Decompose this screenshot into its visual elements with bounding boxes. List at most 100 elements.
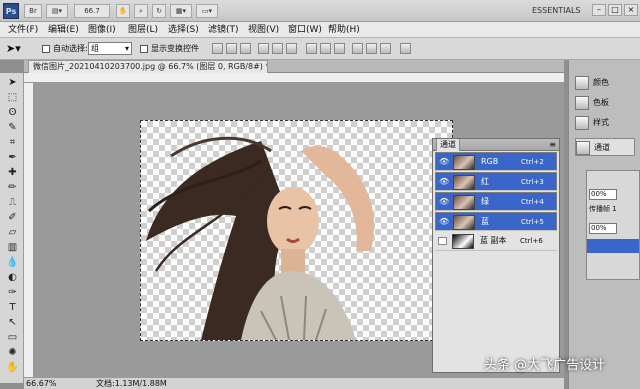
channels-label: 通道 [594, 143, 610, 152]
zoom-readout[interactable]: 66.67% [26, 379, 57, 389]
align-bottom-icon[interactable] [240, 43, 251, 54]
align-hcenter-icon[interactable] [272, 43, 283, 54]
history-brush-tool-icon[interactable]: ✐ [6, 212, 19, 224]
healing-brush-tool-icon[interactable]: ✚ [6, 167, 19, 179]
shape-tool-icon[interactable]: ▭ [6, 332, 19, 344]
visibility-eye-icon[interactable]: 👁 [439, 158, 449, 166]
auto-align-icon[interactable] [400, 43, 411, 54]
menu-file[interactable]: 文件(F) [6, 23, 40, 37]
visibility-eye-icon[interactable]: 👁 [439, 218, 449, 226]
status-bar: 66.67% 文档:1.13M/1.88M [24, 377, 564, 389]
styles-panel-button[interactable]: 样式 [575, 114, 635, 132]
align-left-icon[interactable] [258, 43, 269, 54]
minimize-icon[interactable]: – [592, 4, 606, 16]
horizontal-ruler [24, 73, 564, 83]
hand-tool-icon[interactable]: ✋ [6, 362, 19, 374]
auto-select-dropdown[interactable]: 组 ▾ [88, 42, 132, 55]
distribute-vcenter-icon[interactable] [320, 43, 331, 54]
align-right-icon[interactable] [286, 43, 297, 54]
workspace-switcher[interactable]: ESSENTIALS [532, 4, 588, 18]
channel-row-blue-copy[interactable]: 蓝 副本 Ctrl+6 [435, 232, 557, 251]
menu-view[interactable]: 视图(V) [246, 23, 281, 37]
distribute-top-icon[interactable] [306, 43, 317, 54]
channels-empty-area [433, 252, 559, 372]
menu-bar: 文件(F) 编辑(E) 图像(I) 图层(L) 选择(S) 滤镜(T) 视图(V… [0, 22, 640, 38]
visibility-toggle-empty[interactable] [438, 237, 447, 245]
distribute-hcenter-icon[interactable] [366, 43, 377, 54]
quick-select-tool-icon[interactable]: ✎ [6, 122, 19, 134]
3d-rotate-tool-icon[interactable]: ✺ [6, 347, 19, 359]
screen-mode-button[interactable]: ▭▾ [196, 4, 218, 18]
fill-field[interactable]: 00% [589, 223, 617, 234]
visibility-eye-icon[interactable]: 👁 [439, 178, 449, 186]
panel-menu-icon[interactable]: ≡ [549, 139, 556, 151]
distribute-right-icon[interactable] [380, 43, 391, 54]
path-select-tool-icon[interactable]: ↖ [6, 317, 19, 329]
pen-tool-icon[interactable]: ✑ [6, 287, 19, 299]
dodge-tool-icon[interactable]: ◐ [6, 272, 19, 284]
channel-name: RGB [481, 157, 499, 166]
channel-thumbnail [453, 155, 475, 170]
chevron-down-icon: ▾ [124, 44, 129, 53]
channel-thumbnail [452, 234, 474, 249]
marquee-tool-icon[interactable]: ⬚ [6, 92, 19, 104]
styles-icon [575, 116, 589, 130]
document-tab-strip: 微信图片_20210410203700.jpg @ 66.7% (图层 0, R… [24, 60, 564, 73]
visibility-eye-icon[interactable]: 👁 [439, 198, 449, 206]
blur-tool-icon[interactable]: 💧 [6, 257, 19, 269]
distribute-left-icon[interactable] [352, 43, 363, 54]
channel-shortcut: Ctrl+4 [521, 198, 544, 206]
view-extras-button[interactable]: ▤▾ [46, 4, 68, 18]
rotate-view-icon[interactable]: ↻ [152, 4, 166, 18]
menu-help[interactable]: 帮助(H) [326, 23, 362, 37]
move-tool-icon[interactable]: ➤ [6, 77, 19, 89]
channels-panel-header[interactable]: 通道 ≡ [433, 139, 559, 151]
show-transform-checkbox[interactable] [140, 45, 148, 53]
menu-filter[interactable]: 滤镜(T) [206, 23, 241, 37]
maximize-icon[interactable]: □ [608, 4, 622, 16]
color-icon [575, 76, 589, 90]
woman-photo-cutout [146, 136, 375, 341]
eraser-tool-icon[interactable]: ▱ [6, 227, 19, 239]
menu-edit[interactable]: 编辑(E) [46, 23, 81, 37]
lasso-tool-icon[interactable]: ʘ [6, 107, 19, 119]
distribute-bottom-icon[interactable] [334, 43, 345, 54]
close-icon[interactable]: × [624, 4, 638, 16]
eyedropper-tool-icon[interactable]: ✒ [6, 152, 19, 164]
channel-row-blue[interactable]: 👁 蓝 Ctrl+5 [435, 212, 557, 231]
menu-image[interactable]: 图像(I) [86, 23, 118, 37]
channels-panel-button[interactable]: 通道 [575, 138, 635, 156]
zoom-level-field[interactable]: 66.7 [74, 4, 110, 18]
auto-select-checkbox[interactable] [42, 45, 50, 53]
hand-tool-icon[interactable]: ✋ [116, 4, 130, 18]
color-panel-button[interactable]: 颜色 [575, 74, 635, 92]
move-tool-preset-icon[interactable]: ➤▾ [6, 42, 32, 56]
channels-panel-tab[interactable]: 通道 [436, 139, 460, 151]
menu-layer[interactable]: 图层(L) [126, 23, 160, 37]
swatches-panel-button[interactable]: 色板 [575, 94, 635, 112]
crop-tool-icon[interactable]: ⌗ [6, 137, 19, 149]
channel-row-green[interactable]: 👁 绿 Ctrl+4 [435, 192, 557, 211]
channel-row-rgb[interactable]: 👁 RGB Ctrl+2 [435, 152, 557, 171]
document-image[interactable] [140, 120, 453, 341]
channel-thumbnail [453, 215, 475, 230]
document-size-info[interactable]: 文档:1.13M/1.88M [96, 379, 167, 389]
gradient-tool-icon[interactable]: ▥ [6, 242, 19, 254]
arrange-documents-button[interactable]: ▦▾ [170, 4, 192, 18]
options-bar: ➤▾ 自动选择: 组 ▾ 显示变换控件 [0, 38, 640, 60]
type-tool-icon[interactable]: T [6, 302, 19, 314]
menu-select[interactable]: 选择(S) [166, 23, 201, 37]
align-top-icon[interactable] [212, 43, 223, 54]
opacity-field[interactable]: 00% [589, 189, 617, 200]
align-vcenter-icon[interactable] [226, 43, 237, 54]
zoom-tool-icon[interactable]: ⌕ [134, 4, 148, 18]
channel-row-red[interactable]: 👁 红 Ctrl+3 [435, 172, 557, 191]
document-tab[interactable]: 微信图片_20210410203700.jpg @ 66.7% (图层 0, R… [28, 60, 268, 73]
bridge-button[interactable]: Br [24, 4, 42, 18]
brush-tool-icon[interactable]: ✏ [6, 182, 19, 194]
channel-name: 蓝 副本 [480, 236, 507, 245]
clone-stamp-tool-icon[interactable]: ⎍ [6, 197, 19, 209]
menu-window[interactable]: 窗口(W) [286, 23, 324, 37]
selected-layer-row[interactable] [587, 239, 639, 253]
channels-icon [576, 141, 590, 155]
